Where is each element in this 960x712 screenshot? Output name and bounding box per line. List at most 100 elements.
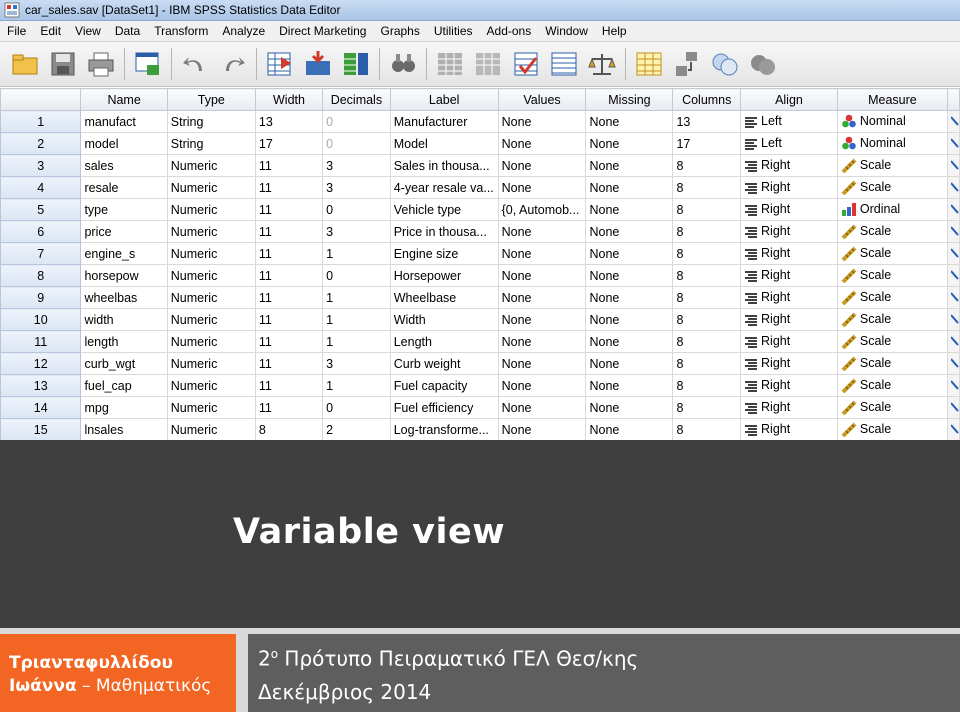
cell-columns[interactable]: 8: [672, 352, 742, 375]
cell-values[interactable]: None: [497, 264, 587, 287]
column-header-name[interactable]: Name: [80, 88, 168, 111]
cell-missing[interactable]: None: [585, 286, 674, 309]
cell-align[interactable]: Right: [740, 286, 838, 309]
table-row[interactable]: 12 curb_wgt Numeric 11 3 Curb weight None None 8…: [0, 352, 960, 375]
cell-columns[interactable]: 8: [672, 176, 742, 199]
cell-width[interactable]: 11: [254, 374, 324, 397]
cell-values[interactable]: None: [497, 110, 587, 133]
cell-measure[interactable]: Scale: [836, 418, 948, 440]
cell-decimals[interactable]: 3: [322, 352, 391, 375]
row-number[interactable]: 15: [0, 418, 82, 440]
cell-label[interactable]: Horsepower: [389, 264, 499, 287]
cell-width[interactable]: 11: [254, 330, 324, 353]
cell-columns[interactable]: 8: [672, 418, 742, 440]
menu-graphs[interactable]: Graphs: [373, 24, 426, 38]
cell-label[interactable]: Model: [389, 132, 499, 155]
menu-file[interactable]: File: [0, 24, 33, 38]
cell-columns[interactable]: 8: [672, 330, 742, 353]
row-number[interactable]: 11: [0, 330, 82, 353]
cell-type[interactable]: Numeric: [166, 154, 256, 177]
cell-decimals[interactable]: 3: [322, 154, 391, 177]
cell-missing[interactable]: None: [585, 418, 674, 440]
cell-values[interactable]: None: [497, 132, 587, 155]
cell-missing[interactable]: None: [585, 110, 674, 133]
cell-decimals[interactable]: 2: [322, 418, 391, 440]
cell-name[interactable]: engine_s: [80, 242, 168, 265]
cell-columns[interactable]: 8: [672, 154, 742, 177]
menu-window[interactable]: Window: [538, 24, 595, 38]
cell-name[interactable]: type: [80, 198, 168, 221]
cell-role[interactable]: [946, 308, 960, 331]
table-row[interactable]: 9 wheelbas Numeric 11 1 Wheelbase None None 8 Rig…: [0, 286, 960, 309]
cell-type[interactable]: Numeric: [166, 264, 256, 287]
menu-add-ons[interactable]: Add-ons: [480, 24, 539, 38]
row-number[interactable]: 2: [0, 132, 82, 155]
insert-cases-button[interactable]: [433, 47, 467, 81]
cell-label[interactable]: Vehicle type: [389, 198, 499, 221]
menu-direct-marketing[interactable]: Direct Marketing: [272, 24, 373, 38]
cell-columns[interactable]: 8: [672, 396, 742, 419]
cell-decimals[interactable]: 1: [322, 242, 391, 265]
cell-missing[interactable]: None: [585, 352, 674, 375]
menu-transform[interactable]: Transform: [147, 24, 215, 38]
cell-decimals[interactable]: 0: [322, 132, 391, 155]
cell-role[interactable]: [946, 132, 960, 155]
goto-variable-button[interactable]: [301, 47, 335, 81]
cell-role[interactable]: [946, 418, 960, 440]
cell-name[interactable]: fuel_cap: [80, 374, 168, 397]
column-header-measure[interactable]: Measure: [836, 88, 948, 111]
menu-utilities[interactable]: Utilities: [427, 24, 480, 38]
cell-width[interactable]: 11: [254, 242, 324, 265]
variables-button[interactable]: [339, 47, 373, 81]
table-row[interactable]: 8 horsepow Numeric 11 0 Horsepower None None 8 Ri…: [0, 264, 960, 287]
cell-decimals[interactable]: 3: [322, 220, 391, 243]
row-number[interactable]: 7: [0, 242, 82, 265]
cell-name[interactable]: resale: [80, 176, 168, 199]
cell-values[interactable]: None: [497, 396, 587, 419]
cell-values[interactable]: None: [497, 352, 587, 375]
cell-role[interactable]: [946, 264, 960, 287]
cell-values[interactable]: None: [497, 154, 587, 177]
cell-role[interactable]: [946, 110, 960, 133]
cell-label[interactable]: 4-year resale va...: [389, 176, 499, 199]
cell-width[interactable]: 11: [254, 286, 324, 309]
cell-width[interactable]: 11: [254, 352, 324, 375]
cell-columns[interactable]: 8: [672, 198, 742, 221]
row-number[interactable]: 10: [0, 308, 82, 331]
cell-label[interactable]: Wheelbase: [389, 286, 499, 309]
cell-values[interactable]: None: [497, 176, 587, 199]
row-number[interactable]: 6: [0, 220, 82, 243]
cell-columns[interactable]: 8: [672, 308, 742, 331]
row-number[interactable]: 8: [0, 264, 82, 287]
cell-align[interactable]: Right: [740, 374, 838, 397]
open-button[interactable]: [8, 47, 42, 81]
cell-measure[interactable]: Scale: [836, 308, 948, 331]
column-header-decimals[interactable]: Decimals: [322, 88, 391, 111]
cell-type[interactable]: Numeric: [166, 176, 256, 199]
row-number[interactable]: 5: [0, 198, 82, 221]
column-header-columns[interactable]: Columns: [672, 88, 742, 111]
table-row[interactable]: 11 length Numeric 11 1 Length None None 8 Right Sc…: [0, 330, 960, 353]
show-all-variables-button[interactable]: [708, 47, 742, 81]
cell-align[interactable]: Right: [740, 352, 838, 375]
cell-measure[interactable]: Scale: [836, 154, 948, 177]
cell-name[interactable]: wheelbas: [80, 286, 168, 309]
cell-name[interactable]: mpg: [80, 396, 168, 419]
cell-align[interactable]: Right: [740, 330, 838, 353]
cell-width[interactable]: 13: [254, 110, 324, 133]
cell-type[interactable]: String: [166, 132, 256, 155]
cell-measure[interactable]: Scale: [836, 264, 948, 287]
cell-columns[interactable]: 8: [672, 374, 742, 397]
cell-role[interactable]: [946, 330, 960, 353]
cell-values[interactable]: None: [497, 330, 587, 353]
cell-decimals[interactable]: 0: [322, 264, 391, 287]
column-header-missing[interactable]: Missing: [585, 88, 674, 111]
cell-measure[interactable]: Scale: [836, 220, 948, 243]
cell-missing[interactable]: None: [585, 198, 674, 221]
cell-decimals[interactable]: 0: [322, 198, 391, 221]
cell-missing[interactable]: None: [585, 308, 674, 331]
cell-measure[interactable]: Scale: [836, 352, 948, 375]
table-row[interactable]: 7 engine_s Numeric 11 1 Engine size None None 8 R…: [0, 242, 960, 265]
cell-label[interactable]: Engine size: [389, 242, 499, 265]
cell-align[interactable]: Right: [740, 418, 838, 440]
